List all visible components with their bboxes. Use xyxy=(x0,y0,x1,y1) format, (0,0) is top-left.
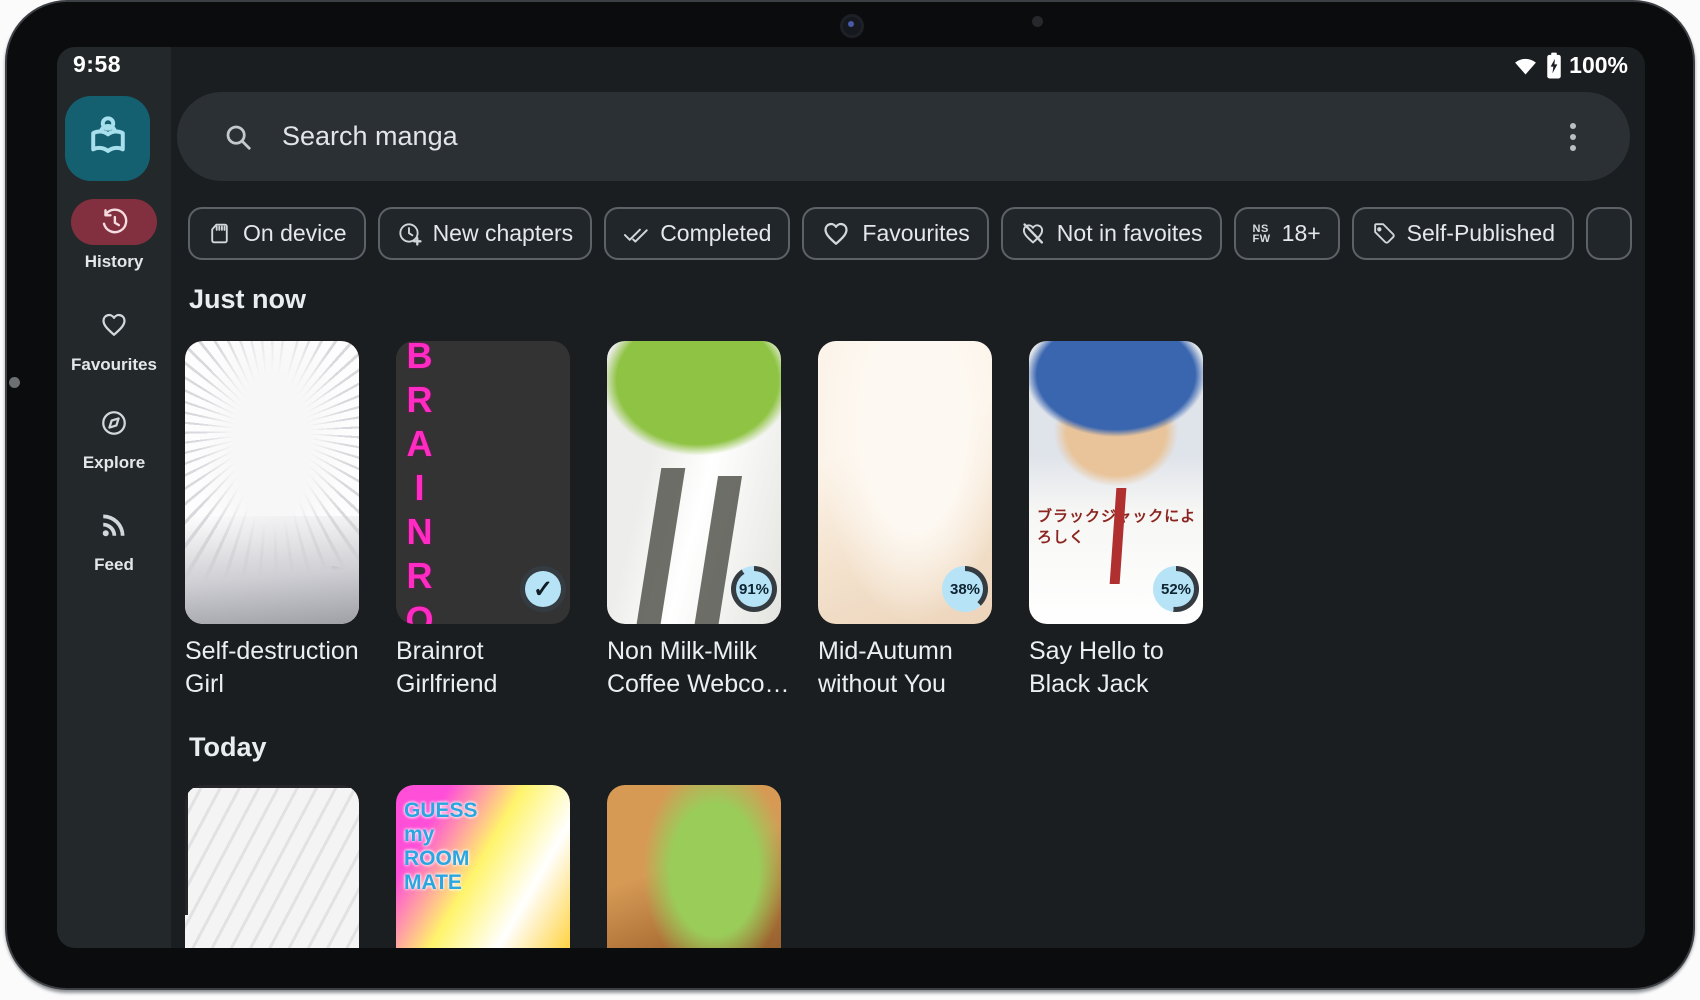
cover-title: Mid-Autumnwithout You xyxy=(818,635,992,701)
progress-badge: ✓ xyxy=(520,566,566,612)
chip-favourites[interactable]: Favourites xyxy=(802,207,988,260)
cover-grid-today: GUESS my ROOM MATE xyxy=(185,785,781,948)
status-time: 9:58 xyxy=(73,51,121,78)
cover-art xyxy=(185,785,359,948)
rss-icon xyxy=(99,510,129,540)
cover-title: BrainrotGirlfriend xyxy=(396,635,570,701)
front-camera xyxy=(843,17,861,35)
heart-icon xyxy=(99,310,129,340)
filter-chips: On device New chapters Completed Favouri… xyxy=(188,207,1645,261)
sidebar-item-label: Feed xyxy=(57,555,171,575)
heart-off-icon xyxy=(1020,221,1046,247)
manga-card[interactable] xyxy=(185,785,359,948)
chip-new-chapters[interactable]: New chapters xyxy=(378,207,593,260)
badge-label: 52% xyxy=(1158,571,1194,607)
mihon-logo-icon xyxy=(83,111,133,166)
cover-art: GUESS my ROOM MATE xyxy=(396,785,570,948)
progress-badge: 52% xyxy=(1153,566,1199,612)
manga-card[interactable]: 91% Non Milk-MilkCoffee Webco… xyxy=(607,341,781,701)
cover-title: Non Milk-MilkCoffee Webco… xyxy=(607,635,781,701)
sd-card-icon xyxy=(207,221,232,246)
sidebar-item-feed[interactable]: Feed xyxy=(57,502,171,575)
cover-title: Self-destructionGirl xyxy=(185,635,359,701)
side-button xyxy=(9,377,20,388)
cover-art-text: GUESS my ROOM MATE xyxy=(404,799,504,895)
chip-self-published[interactable]: Self-Published xyxy=(1352,207,1574,260)
badge-label: 37% xyxy=(314,571,350,607)
progress-badge: 91% xyxy=(731,566,777,612)
cover-grid-just-now: 37% Self-destructionGirl BRAINROT ✓ Brain… xyxy=(185,341,1203,701)
compass-icon xyxy=(99,408,129,438)
sidebar-item-favourites[interactable]: Favourites xyxy=(57,302,171,375)
cover-art: 37% xyxy=(185,341,359,624)
cover-art: ブラックジャックによろしく 52% xyxy=(1029,341,1203,624)
search-icon xyxy=(223,122,253,152)
sidebar-item-explore[interactable]: Explore xyxy=(57,400,171,473)
content: Search manga On device New chapters Comp… xyxy=(171,47,1645,948)
manga-card[interactable]: ブラックジャックによろしく 52% Say Hello toBlack Jack xyxy=(1029,341,1203,701)
cover-art xyxy=(607,785,781,948)
cover-art: BRAINROT ✓ xyxy=(396,341,570,624)
search-bar[interactable]: Search manga xyxy=(177,92,1630,181)
sidebar-item-label: Explore xyxy=(57,453,171,473)
manga-card[interactable]: 38% Mid-Autumnwithout You xyxy=(818,341,992,701)
app-logo-button[interactable] xyxy=(65,96,150,181)
chip-partial[interactable] xyxy=(1586,207,1632,260)
cover-art: 38% xyxy=(818,341,992,624)
section-header-today: Today xyxy=(189,732,267,763)
progress-badge: 37% xyxy=(309,566,355,612)
chip-nsfw[interactable]: NSFW 18+ xyxy=(1234,207,1340,260)
tag-icon xyxy=(1371,221,1396,246)
screen: History Favourites Explore Feed 9:58 100… xyxy=(57,47,1645,948)
chip-not-in-favoites[interactable]: Not in favoites xyxy=(1001,207,1222,260)
section-header-just-now: Just now xyxy=(189,284,306,315)
nsfw-icon: NSFW xyxy=(1253,224,1271,244)
manga-card[interactable] xyxy=(607,785,781,948)
manga-card[interactable]: 37% Self-destructionGirl xyxy=(185,341,359,701)
cover-art: 91% xyxy=(607,341,781,624)
double-check-icon xyxy=(623,221,649,247)
progress-badge: 38% xyxy=(942,566,988,612)
clock-plus-icon xyxy=(397,221,422,246)
manga-card[interactable]: GUESS my ROOM MATE xyxy=(396,785,570,948)
chip-on-device[interactable]: On device xyxy=(188,207,366,260)
nav-rail: History Favourites Explore Feed xyxy=(57,47,171,948)
heart-icon xyxy=(821,219,851,249)
search-placeholder: Search manga xyxy=(282,121,458,152)
manga-card[interactable]: BRAINROT ✓ BrainrotGirlfriend xyxy=(396,341,570,701)
chip-completed[interactable]: Completed xyxy=(604,207,790,260)
cover-title: Say Hello toBlack Jack xyxy=(1029,635,1203,701)
badge-label: 38% xyxy=(947,571,983,607)
kebab-menu-icon[interactable] xyxy=(1558,92,1588,181)
badge-label: 91% xyxy=(736,571,772,607)
sensor-dot xyxy=(1032,16,1043,27)
completed-check-icon: ✓ xyxy=(525,571,561,607)
sidebar-item-label: Favourites xyxy=(57,355,171,375)
history-icon xyxy=(99,207,129,237)
cover-art-text: ブラックジャックによろしく xyxy=(1037,505,1203,547)
sidebar-item-history[interactable]: History xyxy=(57,199,171,272)
page: History Favourites Explore Feed 9:58 100… xyxy=(0,0,1700,1000)
sidebar-item-label: History xyxy=(57,252,171,272)
cover-art-text: BRAINROT xyxy=(398,341,440,624)
